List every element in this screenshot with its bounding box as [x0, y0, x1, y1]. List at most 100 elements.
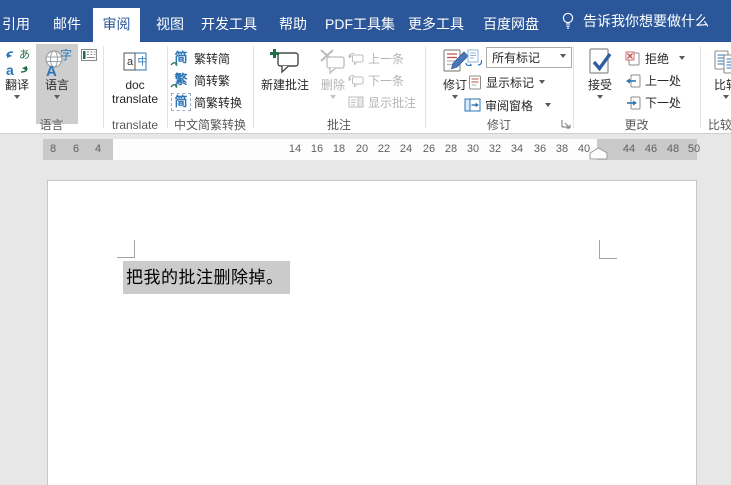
reviewing-pane-dropdown-arrow [545, 102, 552, 110]
tab-developer[interactable]: 开发工具 [193, 8, 265, 42]
tab-mailings[interactable]: 邮件 [37, 8, 97, 42]
ruler-number: 6 [72, 143, 80, 155]
previous-comment-icon [348, 52, 364, 65]
ruler-number: 34 [510, 143, 524, 155]
previous-change-button[interactable]: 上一处 [625, 70, 681, 90]
previous-change-label: 上一处 [645, 73, 682, 88]
reviewing-pane-label: 审阅窗格 [485, 98, 534, 113]
previous-comment-button[interactable]: 上一条 [348, 48, 404, 68]
next-change-button[interactable]: 下一处 [625, 92, 681, 112]
tab-view[interactable]: 视图 [140, 8, 200, 42]
show-comments-button[interactable]: 显示批注 [348, 92, 416, 112]
accept-icon [585, 46, 615, 78]
doc-translate-button[interactable]: 中 a doc translate [106, 46, 164, 106]
comments-group-label: 批注 [326, 118, 351, 132]
ruler-number: 16 [310, 143, 324, 155]
reject-icon [625, 51, 640, 65]
translate-button[interactable]: a あ 翻译 [0, 46, 34, 102]
group-separator [167, 46, 168, 128]
new-comment-label: 新建批注 [260, 78, 309, 92]
doc-translate-label-line2: translate [111, 92, 159, 106]
trad-to-simp-button[interactable]: 简 繁转简 [170, 48, 230, 68]
horizontal-ruler[interactable]: 8 6 4 14 16 18 20 22 24 26 28 30 32 34 36 38 40 44 46 48 50 [0, 134, 731, 160]
compare-button[interactable]: 比较 [704, 46, 731, 102]
show-comments-icon [348, 96, 364, 108]
group-separator [425, 46, 426, 128]
ruler-number: 32 [488, 143, 502, 155]
show-markup-label: 显示标记 [486, 75, 535, 90]
review-ribbon: a あ 翻译 A 字 语言 语言 中 a doc translate trans… [0, 42, 731, 134]
ruler-number: 46 [644, 143, 658, 155]
show-markup-button[interactable]: 显示标记 [468, 72, 546, 92]
tracking-dialog-launcher[interactable] [560, 118, 573, 131]
selected-text[interactable]: 把我的批注删除掉。 [123, 261, 290, 294]
delete-comment-icon [319, 46, 347, 78]
translate-icon: a あ [6, 49, 30, 78]
crop-mark-top-left [134, 240, 135, 258]
tab-pdf-tools[interactable]: PDF工具集 [320, 8, 400, 42]
svg-text:中: 中 [138, 55, 148, 68]
previous-comment-label: 上一条 [368, 51, 405, 66]
delete-dropdown-arrow [330, 95, 336, 102]
simp-trad-convert-label: 简繁转换 [194, 95, 243, 110]
tab-baidu-netdisk[interactable]: 百度网盘 [475, 8, 547, 42]
tab-more-tools[interactable]: 更多工具 [400, 8, 472, 42]
show-markup-icon [469, 75, 481, 89]
show-markup-dropdown-arrow [539, 79, 546, 87]
crop-mark-top-right [599, 240, 600, 259]
ruler-number: 18 [332, 143, 346, 155]
ruler-number: 28 [444, 143, 458, 155]
language-icon: A 字 [45, 48, 72, 80]
ruler-number: 30 [466, 143, 480, 155]
ruler-number: 36 [533, 143, 547, 155]
delete-comment-button[interactable]: 删除 [314, 46, 352, 102]
doc-translate-icon: 中 a [122, 46, 148, 78]
show-comments-label: 显示批注 [368, 95, 417, 110]
ruler-number: 44 [622, 143, 636, 155]
next-comment-button[interactable]: 下一条 [348, 70, 404, 90]
display-for-review-value: 所有标记 [492, 51, 541, 65]
display-for-review-arrow [560, 54, 566, 61]
word-window: 引用 邮件 审阅 视图 开发工具 帮助 PDF工具集 更多工具 百度网盘 告诉我… [0, 0, 731, 485]
document-page[interactable]: 把我的批注删除掉。 [47, 180, 697, 485]
track-changes-dropdown-arrow [452, 95, 458, 102]
translate-label: 翻译 [4, 78, 29, 92]
reviewing-pane-icon [464, 98, 481, 112]
group-separator [573, 46, 574, 128]
reject-button[interactable]: 拒绝 [625, 48, 686, 68]
ime-keyboard-icon[interactable] [81, 49, 97, 61]
ruler-number: 8 [49, 143, 57, 155]
tab-help[interactable]: 帮助 [263, 8, 323, 42]
changes-group-label: 更改 [624, 118, 649, 132]
right-indent-marker[interactable] [589, 147, 608, 160]
crop-mark-top-left [117, 257, 135, 258]
compare-icon [712, 46, 731, 78]
tracking-group-label: 修订 [486, 118, 511, 132]
reject-dropdown-arrow [679, 55, 686, 63]
crop-mark-top-right [599, 258, 617, 259]
new-comment-button[interactable]: 新建批注 [258, 46, 312, 92]
group-separator [103, 46, 104, 128]
compare-dropdown-arrow [723, 95, 729, 102]
simp-trad-convert-button[interactable]: 简 简繁转换 [171, 92, 243, 112]
simp-to-trad-label: 简转繁 [194, 73, 231, 88]
simp-trad-convert-icon: 简 [171, 93, 191, 111]
accept-button[interactable]: 接受 [580, 46, 620, 102]
group-separator [700, 46, 701, 128]
display-for-review-select[interactable]: 所有标记 [486, 47, 572, 68]
language-button[interactable]: A 字 语言 [36, 44, 78, 124]
ribbon-tab-bar: 引用 邮件 审阅 视图 开发工具 帮助 PDF工具集 更多工具 百度网盘 告诉我… [0, 0, 731, 42]
tell-me-box[interactable]: 告诉我你想要做什么 [560, 0, 709, 42]
lightbulb-icon [562, 12, 574, 29]
simp-to-trad-button[interactable]: 繁 简转繁 [170, 70, 231, 90]
compare-group-label: 比较 [707, 118, 731, 132]
new-comment-icon [269, 46, 301, 78]
ruler-number: 14 [288, 143, 302, 155]
tab-review[interactable]: 审阅 [93, 8, 140, 42]
group-separator [253, 46, 254, 128]
reviewing-pane-button[interactable]: 审阅窗格 [464, 95, 552, 115]
ruler-number: 20 [355, 143, 369, 155]
doc-translate-label-line1: doc [125, 78, 145, 92]
ruler-number: 48 [666, 143, 680, 155]
svg-text:a: a [127, 56, 134, 68]
